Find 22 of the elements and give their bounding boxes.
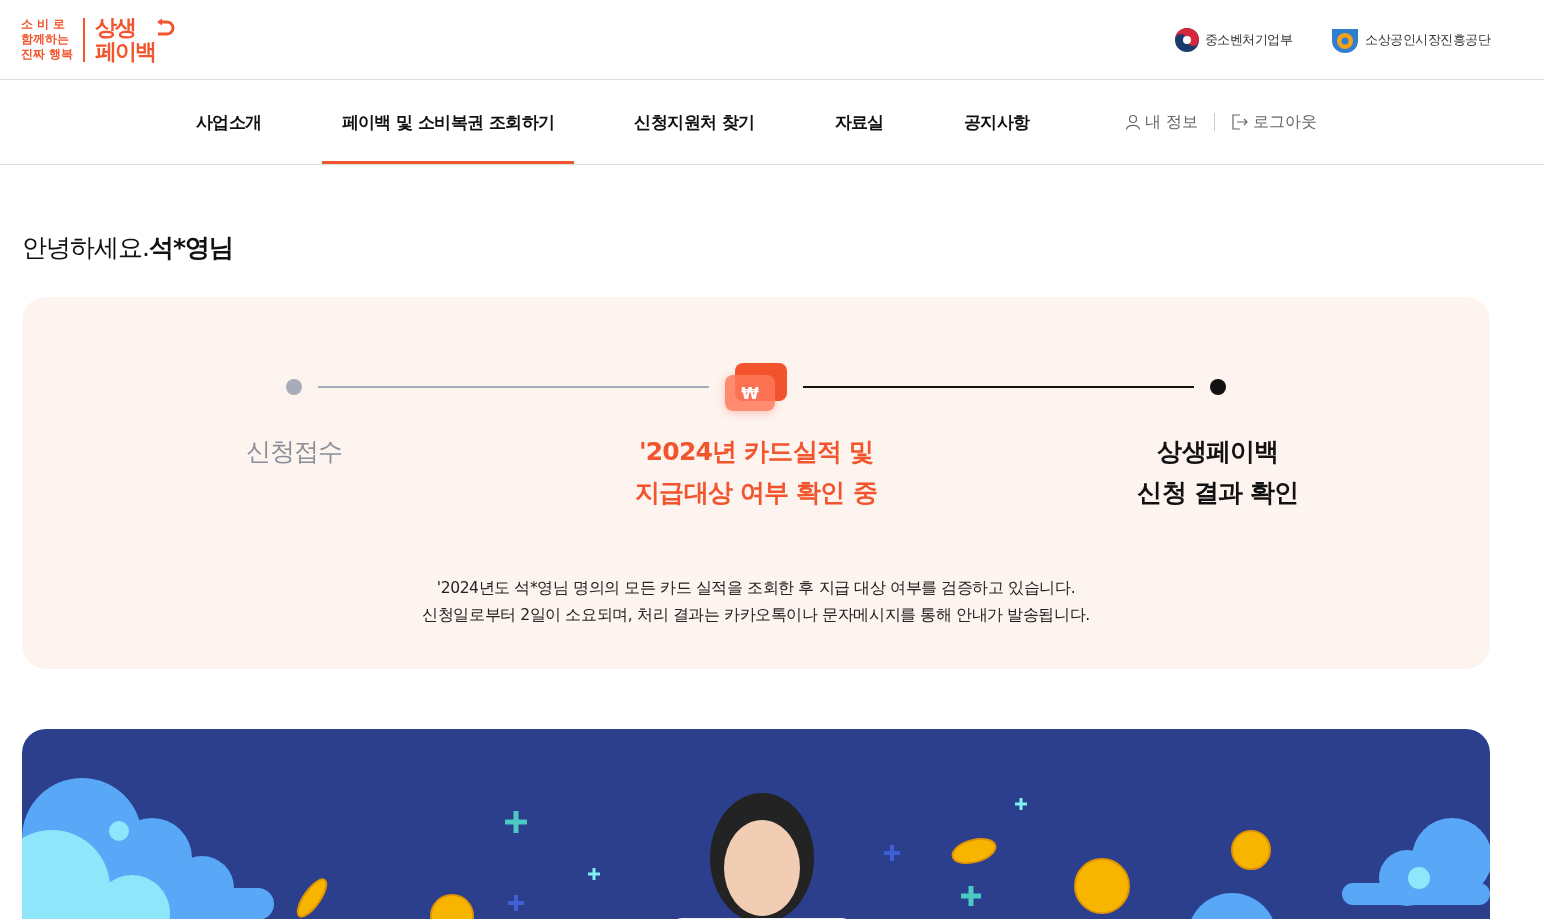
nav-tab[interactable]: 페이백 및 소비복권 조회하기: [321, 83, 575, 164]
step-dot: [1210, 379, 1226, 395]
logo-slogan: 소 비 로 함께하는 진짜 행복: [21, 17, 74, 62]
flame-emblem-icon: [1330, 26, 1360, 53]
logout-link[interactable]: 로그아웃: [1231, 111, 1318, 133]
profile-link[interactable]: 내 정보: [1125, 111, 1199, 133]
nav-tab[interactable]: 공지사항: [943, 83, 1050, 164]
nav-tab[interactable]: 사업소개: [176, 83, 282, 164]
nav-tab[interactable]: 자료실: [814, 83, 904, 164]
step-label: 신청접수: [244, 436, 344, 468]
partner-name: 소상공인시장진흥공단: [1365, 30, 1490, 49]
return-arrow-icon: [155, 17, 176, 38]
logout-icon: [1231, 114, 1250, 130]
step-dot: [286, 379, 302, 395]
person-icon: [1125, 114, 1142, 130]
step-label: '2024년 카드실적 및 지급대상 여부 확인 중: [634, 436, 878, 509]
greeting: 안녕하세요.석*영님: [22, 232, 235, 264]
step-label: 상생페이백 신청 결과 확인: [1136, 436, 1300, 509]
partner-name: 중소벤처기업부: [1204, 30, 1292, 49]
status-description: '2024년도 석*영님 명의의 모든 카드 실적을 조회한 후 지급 대상 여부를 검증하고 있습니다. 신청일로부터 2일이 소요되며, 처리 결과는 카카오톡이나 문자메시지를 통해 안내가 발송됩니다.: [421, 578, 1091, 626]
taegeuk-emblem-icon: [1173, 26, 1200, 53]
nav-tab[interactable]: 신청지원처 찾기: [614, 83, 775, 164]
